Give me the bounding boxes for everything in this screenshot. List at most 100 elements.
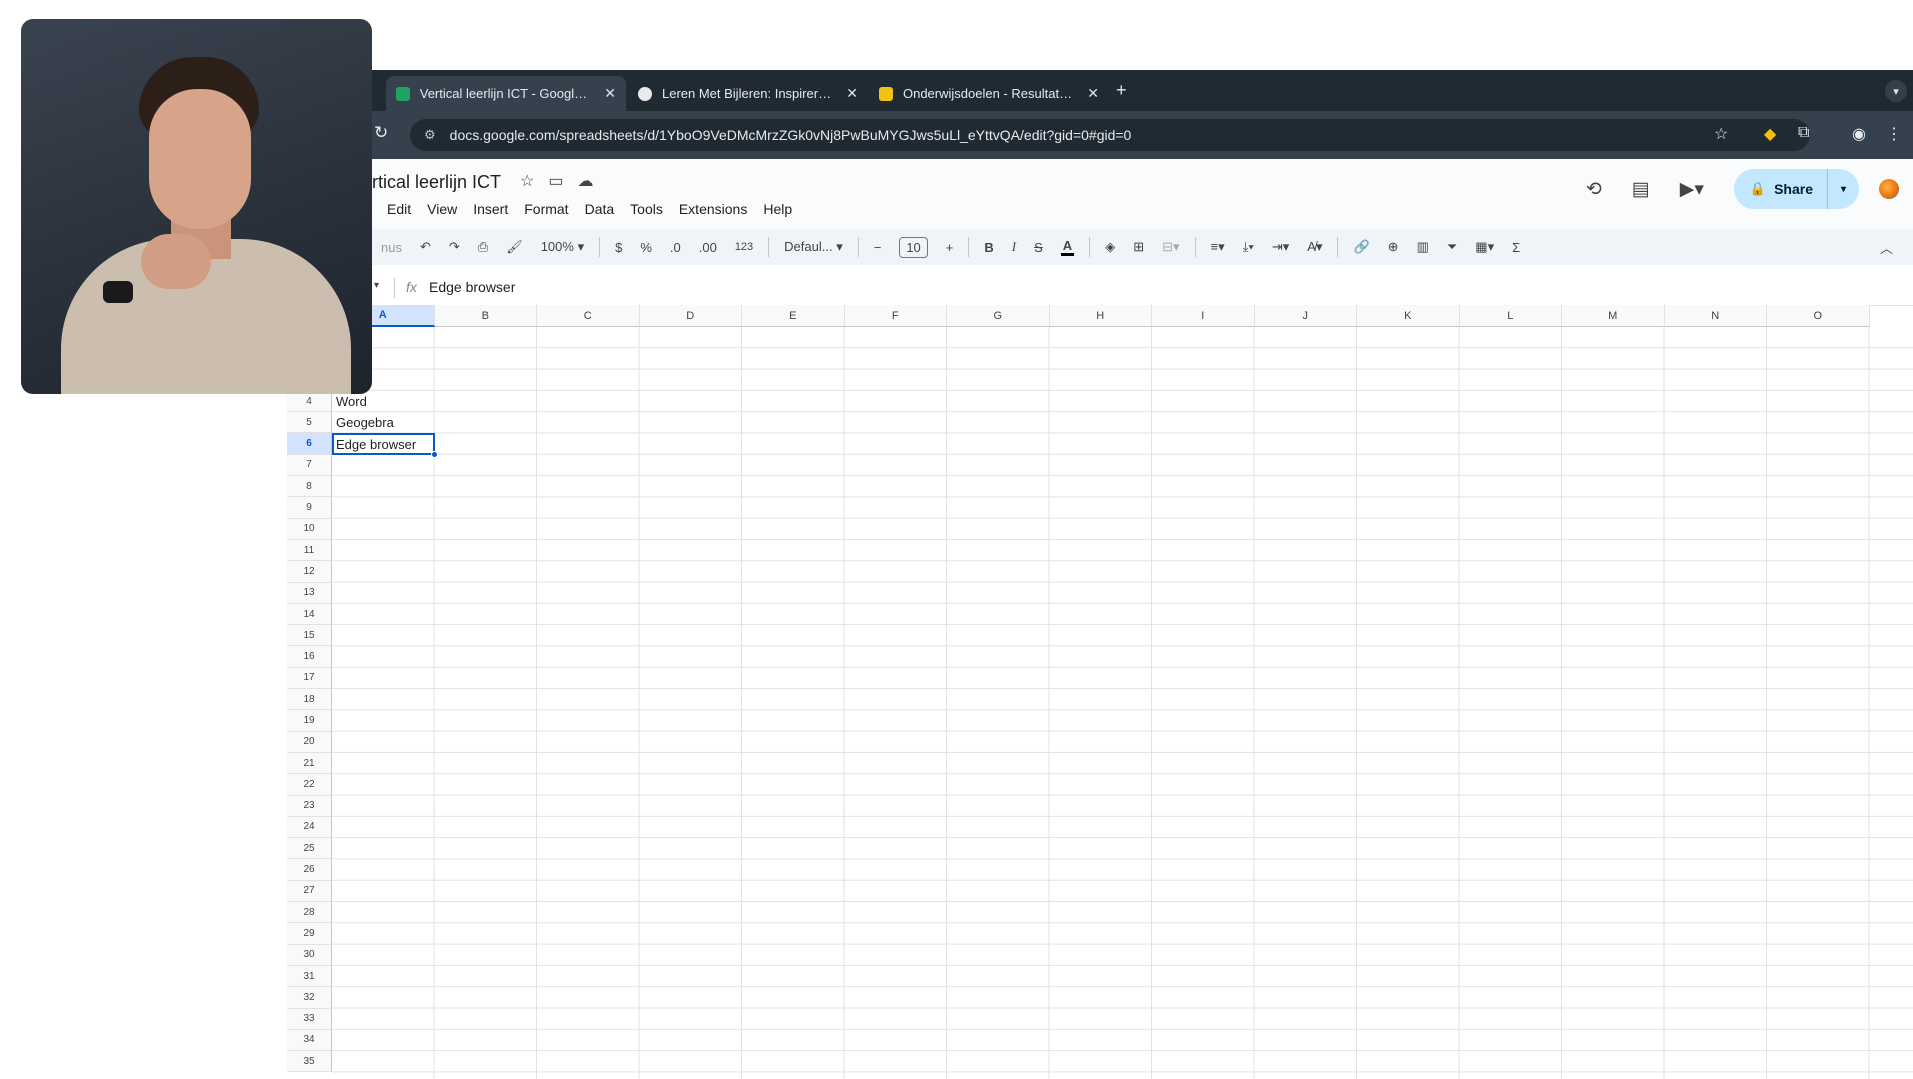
menus-search-stub[interactable]: nus [381, 240, 402, 255]
column-header-e[interactable]: E [742, 305, 845, 327]
row-header[interactable]: 20 [287, 731, 332, 753]
row-header[interactable]: 6 [287, 433, 332, 455]
fill-color-icon[interactable]: ◈ [1105, 239, 1115, 255]
document-title[interactable]: rtical leerlijn ICT [372, 172, 501, 193]
row-header[interactable]: 30 [287, 944, 332, 966]
row-header[interactable]: 19 [287, 710, 332, 732]
currency-format-button[interactable]: $ [615, 240, 622, 255]
row-header[interactable]: 17 [287, 667, 332, 690]
text-wrap-icon[interactable]: ⇥▾ [1272, 239, 1289, 255]
row-header[interactable]: 13 [287, 582, 332, 604]
version-history-icon[interactable]: ⟲ [1586, 178, 1602, 201]
row-header[interactable]: 10 [287, 518, 332, 540]
increase-font-size-icon[interactable]: + [946, 240, 954, 255]
text-color-button[interactable]: A [1060, 238, 1075, 256]
horizontal-align-icon[interactable]: ≡▾ [1211, 239, 1225, 255]
extensions-puzzle-icon[interactable]: ⧉ [1798, 124, 1809, 142]
row-header[interactable]: 35 [287, 1051, 332, 1073]
share-button[interactable]: 🔒 Share ▾ [1733, 169, 1859, 209]
menu-insert[interactable]: Insert [473, 201, 508, 217]
tab-leren-met-bijleren[interactable]: Leren Met Bijleren: Inspireren ✕ [628, 76, 868, 111]
row-header[interactable]: 8 [287, 476, 332, 498]
row-header[interactable]: 34 [287, 1029, 332, 1052]
menu-tools[interactable]: Tools [630, 201, 663, 217]
paint-format-icon[interactable]: 🖌 [506, 239, 523, 255]
more-formats-button[interactable]: 123 [735, 241, 753, 253]
name-box-dropdown-icon[interactable]: ▾ [374, 280, 379, 291]
strikethrough-button[interactable]: S [1034, 240, 1043, 255]
menu-data[interactable]: Data [585, 201, 615, 217]
column-header-o[interactable]: O [1767, 305, 1870, 327]
star-icon[interactable]: ☆ [520, 171, 534, 191]
column-header-l[interactable]: L [1459, 305, 1562, 327]
row-header[interactable]: 26 [287, 859, 332, 881]
italic-button[interactable]: I [1012, 239, 1016, 255]
column-header-k[interactable]: K [1357, 305, 1460, 327]
cell-a4[interactable]: Word [336, 391, 367, 412]
increase-decimal-button[interactable]: .00 [699, 240, 717, 255]
row-header[interactable]: 21 [287, 752, 332, 775]
row-header[interactable]: 5 [287, 412, 332, 434]
menu-format[interactable]: Format [524, 201, 568, 217]
row-header[interactable]: 31 [287, 965, 332, 988]
cloud-status-icon[interactable]: ☁ [577, 171, 593, 191]
row-header[interactable]: 24 [287, 816, 332, 839]
column-header-g[interactable]: G [947, 305, 1050, 327]
row-header[interactable]: 14 [287, 603, 332, 626]
menu-extensions[interactable]: Extensions [679, 201, 747, 217]
close-tab-icon[interactable]: ✕ [846, 85, 858, 102]
insert-chart-icon[interactable]: ▥ [1417, 239, 1429, 255]
collapse-toolbar-icon[interactable]: ︿ [1880, 238, 1893, 257]
bookmark-star-icon[interactable]: ☆ [1714, 124, 1728, 144]
filter-views-icon[interactable]: ▦▾ [1475, 239, 1494, 255]
tab-onderwijsdoelen[interactable]: Onderwijsdoelen - Resultaten ✕ [869, 76, 1109, 111]
vertical-align-icon[interactable]: ⤓▾ [1243, 239, 1254, 255]
row-header[interactable]: 28 [287, 902, 332, 924]
decrease-decimal-button[interactable]: .0 [670, 240, 681, 255]
profile-avatar-icon[interactable]: ◉ [1852, 124, 1866, 144]
row-header[interactable]: 9 [287, 497, 332, 519]
redo-icon[interactable]: ↷ [449, 239, 460, 255]
column-header-d[interactable]: D [639, 305, 742, 327]
row-header[interactable]: 22 [287, 774, 332, 796]
menu-view[interactable]: View [427, 201, 457, 217]
browser-menu-icon[interactable]: ⋮ [1886, 124, 1902, 144]
active-cell-outline[interactable] [332, 432, 438, 458]
cell-area[interactable]: atieebeWordGeogebraEdge browser [332, 327, 1913, 1079]
column-header-h[interactable]: H [1049, 305, 1152, 327]
close-tab-icon[interactable]: ✕ [1087, 85, 1099, 102]
filter-icon[interactable]: ⏷ [1447, 239, 1457, 255]
menu-edit[interactable]: Edit [387, 201, 411, 217]
row-header[interactable]: 15 [287, 625, 332, 647]
insert-link-icon[interactable]: 🔗 [1353, 239, 1369, 255]
zoom-select[interactable]: 100% ▾ [541, 239, 584, 255]
url-field[interactable]: ⚙ docs.google.com/spreadsheets/d/1YboO9V… [410, 119, 1810, 151]
meet-camera-icon[interactable]: ▶▾ [1680, 178, 1704, 201]
merge-cells-icon[interactable]: ⊟▾ [1162, 239, 1179, 255]
column-header-j[interactable]: J [1254, 305, 1357, 327]
formula-input[interactable]: Edge browser [429, 279, 515, 295]
column-header-b[interactable]: B [434, 305, 537, 327]
tab-vertical-leerlijn[interactable]: Vertical leerlijn ICT - Google S ✕ [386, 76, 626, 111]
column-header-f[interactable]: F [844, 305, 947, 327]
menu-help[interactable]: Help [763, 201, 792, 217]
comments-icon[interactable]: ▤ [1632, 178, 1650, 201]
row-header[interactable]: 27 [287, 880, 332, 903]
row-header[interactable]: 33 [287, 1008, 332, 1030]
share-dropdown-icon[interactable]: ▾ [1827, 169, 1859, 209]
decrease-font-size-icon[interactable]: − [874, 240, 882, 255]
row-header[interactable]: 16 [287, 646, 332, 668]
row-header[interactable]: 29 [287, 923, 332, 945]
row-header[interactable]: 18 [287, 689, 332, 711]
column-header-i[interactable]: I [1152, 305, 1255, 327]
cell-a5[interactable]: Geogebra [336, 412, 394, 433]
row-header[interactable]: 25 [287, 838, 332, 860]
reload-icon[interactable]: ↻ [374, 123, 388, 143]
close-tab-icon[interactable]: ✕ [604, 85, 616, 102]
extension-icon[interactable]: ◆ [1764, 124, 1776, 144]
text-rotation-icon[interactable]: A̸▾ [1307, 239, 1322, 255]
insert-comment-icon[interactable]: ⊕ [1388, 239, 1399, 255]
row-header[interactable]: 12 [287, 561, 332, 583]
borders-icon[interactable]: ⊞ [1133, 239, 1144, 255]
gemini-icon[interactable] [1879, 179, 1899, 199]
